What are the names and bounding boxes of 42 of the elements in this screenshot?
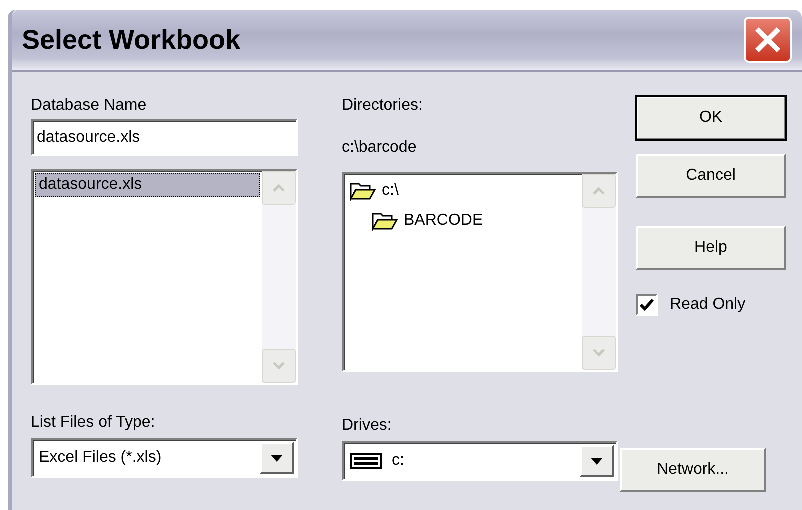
dropdown-button[interactable] bbox=[260, 442, 294, 474]
field-label: Drives: bbox=[342, 416, 393, 436]
check-icon bbox=[640, 299, 654, 311]
dropdown-value: c: bbox=[392, 452, 404, 470]
drive-dropdown[interactable]: c: bbox=[342, 441, 618, 481]
checkbox-label[interactable]: Read Only bbox=[670, 295, 746, 315]
field-label: List Files of Type: bbox=[31, 413, 156, 433]
dropdown-button[interactable] bbox=[580, 445, 614, 477]
file-item[interactable]: datasource.xls bbox=[35, 173, 260, 197]
read-only-checkbox[interactable] bbox=[636, 294, 658, 316]
field-label: Database Name bbox=[31, 96, 148, 116]
directory-list[interactable]: c:\ BARCODE bbox=[342, 172, 618, 372]
close-icon bbox=[753, 25, 783, 55]
network-button[interactable]: Network... bbox=[620, 448, 766, 492]
file-list[interactable]: datasource.xls bbox=[31, 169, 298, 385]
current-directory: c:\barcode bbox=[342, 138, 418, 158]
file-type-dropdown[interactable]: Excel Files (*.xls) bbox=[31, 438, 298, 478]
drive-icon bbox=[350, 453, 382, 469]
scroll-down-button[interactable] bbox=[262, 349, 296, 383]
chevron-down-icon bbox=[592, 348, 606, 358]
scroll-up-button[interactable] bbox=[262, 171, 296, 205]
help-button[interactable]: Help bbox=[636, 226, 786, 270]
scroll-bar[interactable] bbox=[262, 171, 296, 383]
folder-icon bbox=[350, 181, 376, 201]
ok-button[interactable]: OK bbox=[636, 96, 786, 140]
field-label: Directories: bbox=[342, 96, 424, 116]
scroll-down-button[interactable] bbox=[582, 336, 616, 370]
directory-item[interactable]: BARCODE bbox=[404, 212, 484, 230]
directory-item[interactable]: c:\ bbox=[382, 182, 399, 200]
database-name-field[interactable]: datasource.xls bbox=[31, 119, 298, 156]
cancel-button[interactable]: Cancel bbox=[636, 154, 786, 198]
dropdown-arrow-icon bbox=[271, 454, 283, 462]
dropdown-arrow-icon bbox=[591, 458, 603, 464]
folder-icon bbox=[372, 211, 398, 231]
scroll-bar[interactable] bbox=[582, 174, 616, 370]
dropdown-value: Excel Files (*.xls) bbox=[39, 449, 162, 467]
chevron-down-icon bbox=[272, 361, 286, 371]
chevron-up-icon bbox=[272, 183, 286, 193]
window-title: Select Workbook bbox=[22, 24, 241, 56]
close-button[interactable] bbox=[744, 17, 792, 63]
chevron-up-icon bbox=[592, 186, 606, 196]
scroll-up-button[interactable] bbox=[582, 174, 616, 208]
